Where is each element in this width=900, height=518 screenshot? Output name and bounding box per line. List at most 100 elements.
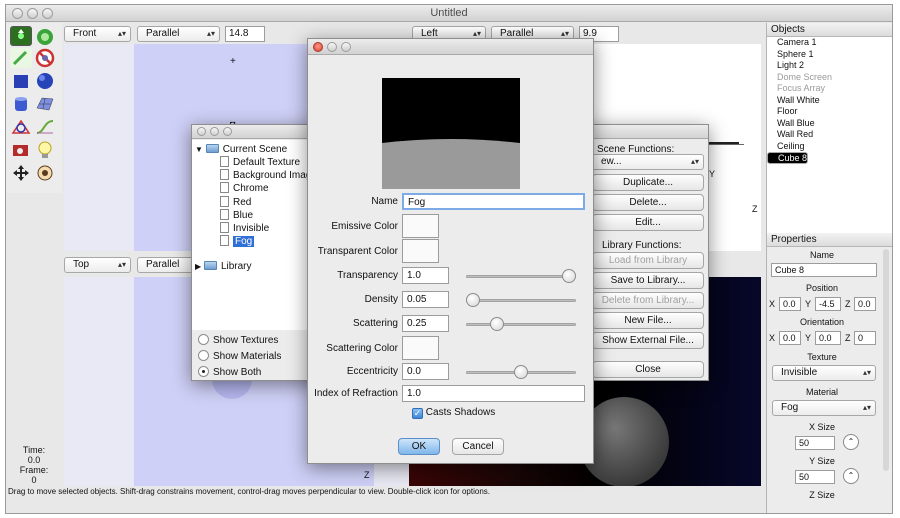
tree-root[interactable]: ▼ Current Scene bbox=[195, 143, 287, 156]
position-x-field[interactable]: 0.0 bbox=[779, 297, 801, 311]
object-item[interactable]: Cube 8 bbox=[767, 152, 809, 164]
material-name-field[interactable]: Fog bbox=[402, 193, 585, 210]
cube-tool-icon[interactable] bbox=[10, 71, 32, 91]
tree-library[interactable]: ▶ Library bbox=[195, 260, 252, 273]
sphere-tool-icon[interactable] bbox=[34, 71, 56, 91]
slider-knob[interactable] bbox=[514, 365, 528, 379]
position-z-field[interactable]: 0.0 bbox=[854, 297, 876, 311]
object-item[interactable]: Wall White bbox=[767, 95, 892, 107]
transparency-slider[interactable] bbox=[466, 268, 576, 284]
pencil-tool-icon[interactable] bbox=[10, 48, 32, 68]
orientation-x-field[interactable]: 0.0 bbox=[779, 331, 801, 345]
new-select[interactable]: ew... ▴▾ bbox=[592, 154, 704, 170]
tree-item[interactable]: Chrome bbox=[220, 182, 269, 195]
texture-select[interactable]: Invisible ▴▾ bbox=[772, 365, 876, 381]
view-rotate-tool-icon[interactable] bbox=[34, 163, 56, 183]
object-item[interactable]: Wall Blue bbox=[767, 118, 892, 130]
scale-field-left[interactable]: 14.8 bbox=[225, 26, 265, 42]
material-select[interactable]: Fog ▴▾ bbox=[772, 400, 876, 416]
ysize-stepper-icon[interactable]: ⌃ bbox=[843, 468, 859, 484]
object-item[interactable]: Wall Red bbox=[767, 129, 892, 141]
tree-item[interactable]: Fog bbox=[220, 235, 255, 248]
ok-button[interactable]: OK bbox=[398, 438, 440, 455]
tree-item[interactable]: Background Image bbox=[220, 169, 317, 182]
delete-button[interactable]: Delete... bbox=[592, 194, 704, 211]
scattering-slider[interactable] bbox=[466, 316, 576, 332]
save-to-library-button[interactable]: Save to Library... bbox=[592, 272, 704, 289]
orientation-y-field[interactable]: 0.0 bbox=[815, 331, 841, 345]
dialog-close-button[interactable] bbox=[313, 42, 323, 52]
cylinder-tool-icon[interactable] bbox=[10, 94, 32, 114]
object-item[interactable]: Ceiling bbox=[767, 141, 892, 153]
objects-list[interactable]: Camera 1 Sphere 1 Light 2 Dome Screen Focus … bbox=[767, 37, 892, 164]
top-view-select[interactable]: Top ▴▾ bbox=[64, 257, 131, 273]
emissive-color-swatch[interactable] bbox=[402, 214, 439, 238]
load-from-library-button[interactable]: Load from Library bbox=[592, 252, 704, 269]
cancel-button[interactable]: Cancel bbox=[452, 438, 504, 455]
object-item[interactable]: Light 2 bbox=[767, 60, 892, 72]
scene-tree[interactable]: ▼ Current Scene Default Texture Backgroun… bbox=[192, 140, 317, 330]
density-slider[interactable] bbox=[466, 292, 576, 308]
slider-knob[interactable] bbox=[562, 269, 576, 283]
scattering-color-swatch[interactable] bbox=[402, 336, 439, 360]
xsize-stepper-icon[interactable]: ⌃ bbox=[843, 434, 859, 450]
tree-item[interactable]: Red bbox=[220, 195, 251, 209]
ior-field[interactable]: 1.0 bbox=[402, 385, 585, 402]
transparency-field[interactable]: 1.0 bbox=[402, 267, 449, 284]
front-view-select[interactable]: Front ▴▾ bbox=[64, 26, 131, 42]
curve-tool-icon[interactable] bbox=[34, 117, 56, 137]
edit-button[interactable]: Edit... bbox=[592, 214, 704, 231]
casts-shadows-option[interactable]: ✓ Casts Shadows bbox=[412, 407, 495, 419]
object-item[interactable]: Focus Array bbox=[767, 83, 892, 95]
transparent-color-swatch[interactable] bbox=[402, 239, 439, 263]
display-option[interactable]: Show Both bbox=[198, 366, 261, 379]
camera-tool-icon[interactable] bbox=[10, 140, 32, 160]
duplicate-button[interactable]: Duplicate... bbox=[592, 174, 704, 191]
object-item[interactable]: Floor bbox=[767, 106, 892, 118]
rotate-tool-icon[interactable] bbox=[34, 26, 56, 46]
position-y-field[interactable]: -4.5 bbox=[815, 297, 841, 311]
mesh-tool-icon[interactable] bbox=[34, 94, 56, 114]
delete-from-library-button[interactable]: Delete from Library... bbox=[592, 292, 704, 309]
scene-minimize-button[interactable] bbox=[210, 127, 219, 136]
close-button[interactable]: Close bbox=[592, 361, 704, 378]
new-file-button[interactable]: New File... bbox=[592, 312, 704, 329]
show-external-file-button[interactable]: Show External File... bbox=[592, 332, 704, 349]
zoom-window-button[interactable] bbox=[42, 8, 53, 19]
scene-close-button[interactable] bbox=[197, 127, 206, 136]
pan-tool-icon[interactable] bbox=[10, 163, 32, 183]
checkbox-checked-icon[interactable]: ✓ bbox=[412, 408, 423, 419]
tree-item[interactable]: Default Texture bbox=[220, 156, 300, 169]
projection-select-left[interactable]: Parallel ▴▾ bbox=[137, 26, 220, 42]
spline-tool-icon[interactable] bbox=[10, 117, 32, 137]
minimize-window-button[interactable] bbox=[27, 8, 38, 19]
move-tool-icon[interactable] bbox=[10, 26, 32, 46]
density-field[interactable]: 0.05 bbox=[402, 291, 449, 308]
radio-icon[interactable] bbox=[198, 350, 209, 361]
no-entry-tool-icon[interactable] bbox=[34, 48, 56, 68]
slider-knob[interactable] bbox=[490, 317, 504, 331]
disclosure-closed-icon[interactable]: ▶ bbox=[195, 262, 201, 271]
tree-item[interactable]: Blue bbox=[220, 208, 253, 222]
ysize-field[interactable]: 50 bbox=[795, 470, 835, 484]
orientation-z-field[interactable]: 0 bbox=[854, 331, 876, 345]
radio-icon[interactable] bbox=[198, 334, 209, 345]
xsize-field[interactable]: 50 bbox=[795, 436, 835, 450]
eccentricity-field[interactable]: 0.0 bbox=[402, 363, 449, 380]
scene-zoom-button[interactable] bbox=[223, 127, 232, 136]
dialog-zoom-button[interactable] bbox=[341, 42, 351, 52]
close-window-button[interactable] bbox=[12, 8, 23, 19]
object-item[interactable]: Camera 1 bbox=[767, 37, 892, 49]
scattering-field[interactable]: 0.25 bbox=[402, 315, 449, 332]
eccentricity-slider[interactable] bbox=[466, 364, 576, 380]
disclosure-open-icon[interactable]: ▼ bbox=[195, 145, 203, 154]
radio-selected-icon[interactable] bbox=[198, 366, 209, 377]
dialog-minimize-button[interactable] bbox=[327, 42, 337, 52]
object-item[interactable]: Dome Screen bbox=[767, 72, 892, 84]
object-item[interactable]: Sphere 1 bbox=[767, 49, 892, 61]
light-tool-icon[interactable] bbox=[34, 140, 56, 160]
name-field[interactable]: Cube 8 bbox=[771, 263, 877, 277]
display-option[interactable]: Show Textures bbox=[198, 334, 278, 347]
display-option[interactable]: Show Materials bbox=[198, 350, 281, 363]
tree-item[interactable]: Invisible bbox=[220, 222, 269, 235]
